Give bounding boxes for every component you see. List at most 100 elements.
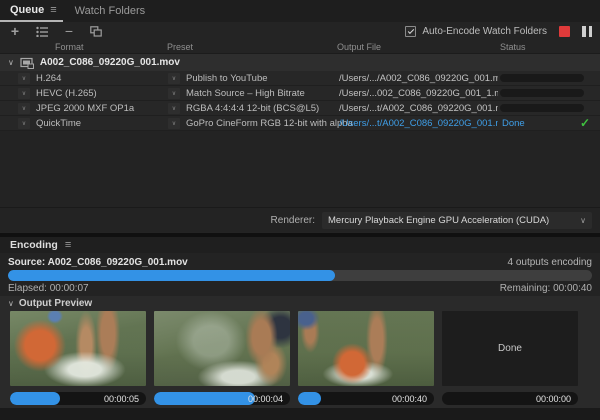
encoding-time-line: Elapsed: 00:00:07 Remaining: 00:00:40: [0, 281, 600, 295]
column-header-preset: Preset: [167, 42, 193, 52]
preview-timecode: 00:00:40: [392, 394, 427, 404]
queue-column-headers: Format Preset Output File Status: [0, 40, 600, 54]
format-cell[interactable]: QuickTime: [30, 118, 168, 129]
preset-cell[interactable]: Match Source – High Bitrate: [180, 88, 337, 99]
queue-tabbar: Queue ≡ Watch Folders: [0, 0, 600, 22]
preset-dropdown-icon[interactable]: ∨: [168, 88, 180, 99]
preview-progress-track: 00:00:00: [442, 392, 578, 405]
status-cell: Done ✓: [498, 116, 600, 130]
source-clip-icon: [20, 57, 34, 69]
outputs-encoding-count: 4 outputs encoding: [507, 257, 592, 268]
preview-progress-track: 00:00:05: [10, 392, 146, 405]
output-file-cell[interactable]: /Users/...002_C086_09220G_001_1.mp4: [337, 88, 498, 99]
media-encoder-window: { "queue": { "tabs": [ { "label": "Queue…: [0, 0, 600, 420]
encoding-tabbar: Encoding ≡: [0, 237, 600, 253]
column-header-format: Format: [55, 42, 84, 52]
preview-progress-fill: [298, 392, 321, 405]
output-row[interactable]: ∨ H.264 ∨ Publish to YouTube /Users/.../…: [0, 71, 600, 86]
auto-encode-checkbox-wrap[interactable]: Auto-Encode Watch Folders: [405, 26, 547, 37]
preview-progress-track: 00:00:40: [298, 392, 434, 405]
encode-progress-track: [500, 104, 584, 112]
output-row[interactable]: ∨ QuickTime ∨ GoPro CineForm RGB 12-bit …: [0, 116, 600, 131]
format-dropdown-icon[interactable]: ∨: [18, 73, 30, 84]
tab-queue-label: Queue: [10, 4, 44, 16]
preset-cell[interactable]: Publish to YouTube: [180, 73, 337, 84]
output-file-cell[interactable]: /Users/...t/A002_C086_09220G_001.mxf: [337, 103, 498, 114]
panel-menu-icon[interactable]: ≡: [50, 4, 56, 16]
preview-timecode: 00:00:04: [248, 394, 283, 404]
output-preview-header[interactable]: ∨ Output Preview: [0, 296, 600, 310]
output-file-cell[interactable]: /Users/.../A002_C086_09220G_001.mp4: [337, 73, 498, 84]
add-source-button[interactable]: +: [8, 24, 22, 38]
status-cell: [498, 104, 600, 112]
tab-watch-folders-label: Watch Folders: [75, 5, 146, 17]
queue-panel: Queue ≡ Watch Folders + − Auto-Encod: [0, 0, 600, 233]
preview-timecode: 00:00:05: [104, 394, 139, 404]
encoding-source-label: Source: A002_C086_09220G_001.mov: [8, 257, 188, 268]
encode-progress-track: [500, 74, 584, 82]
chevron-down-icon: ∨: [580, 216, 586, 225]
output-preview-label: Output Preview: [19, 298, 92, 309]
source-filename: A002_C086_09220G_001.mov: [40, 57, 180, 68]
encoding-source-line: Source: A002_C086_09220G_001.mov 4 outpu…: [0, 253, 600, 268]
auto-encode-label: Auto-Encode Watch Folders: [422, 26, 547, 37]
done-check-icon: ✓: [580, 116, 590, 130]
preset-cell[interactable]: GoPro CineForm RGB 12-bit with alpha: [180, 118, 337, 129]
format-dropdown-icon[interactable]: ∨: [18, 88, 30, 99]
preset-dropdown-icon[interactable]: ∨: [168, 118, 180, 129]
elapsed-time: Elapsed: 00:00:07: [8, 283, 89, 294]
encoding-progress-fill: [8, 270, 335, 281]
preview-progress-track: 00:00:04: [154, 392, 290, 405]
preview-thumbnail-done: Done: [442, 311, 578, 386]
stop-queue-button[interactable]: [559, 26, 570, 37]
queue-list: ∨ A002_C086_09220G_001.mov ∨ H.264 ∨ Pub…: [0, 54, 600, 207]
column-header-output-file: Output File: [337, 42, 381, 52]
pause-queue-button[interactable]: [582, 26, 592, 37]
output-file-link[interactable]: /Users/...t/A002_C086_09220G_001.mov: [337, 118, 498, 129]
status-cell: [498, 74, 600, 82]
preview-progress-fill: [10, 392, 60, 405]
remaining-time: Remaining: 00:00:40: [500, 283, 592, 294]
encoding-progress-wrap: [0, 268, 600, 281]
toolbar-right-cluster: Auto-Encode Watch Folders: [405, 22, 592, 40]
format-cell[interactable]: H.264: [30, 73, 168, 84]
output-row[interactable]: ∨ HEVC (H.265) ∨ Match Source – High Bit…: [0, 86, 600, 101]
panel-menu-icon[interactable]: ≡: [65, 239, 71, 251]
status-cell: [498, 89, 600, 97]
source-row[interactable]: ∨ A002_C086_09220G_001.mov: [0, 54, 600, 71]
tab-watch-folders[interactable]: Watch Folders: [63, 0, 158, 22]
remove-button[interactable]: −: [62, 24, 76, 38]
preview-done-label: Done: [498, 343, 522, 354]
auto-encode-checkbox[interactable]: [405, 26, 416, 37]
output-preview-section: ∨ Output Preview Done 00:00:05 00:00:04 …: [0, 296, 600, 409]
preview-thumbnail: [10, 311, 146, 386]
renderer-value: Mercury Playback Engine GPU Acceleration…: [328, 215, 549, 226]
collapse-chevron-icon[interactable]: ∨: [8, 299, 14, 308]
duplicate-icon[interactable]: [89, 24, 103, 38]
preview-thumbnail: [298, 311, 434, 386]
tab-encoding-label[interactable]: Encoding: [10, 239, 58, 251]
column-header-status: Status: [500, 42, 526, 52]
encoding-panel: Encoding ≡ Source: A002_C086_09220G_001.…: [0, 237, 600, 420]
preview-thumbnails: Done: [0, 310, 600, 386]
checkbox-check-icon: [408, 27, 414, 33]
status-done-label: Done: [502, 118, 525, 129]
format-dropdown-icon[interactable]: ∨: [18, 103, 30, 114]
preset-cell[interactable]: RGBA 4:4:4:4 12-bit (BCS@L5): [180, 103, 337, 114]
queue-toolbar: + − Auto-Encode Watch Folders: [0, 22, 600, 40]
preset-dropdown-icon[interactable]: ∨: [168, 103, 180, 114]
bottom-strip: [0, 408, 600, 420]
tab-queue[interactable]: Queue ≡: [0, 0, 63, 22]
format-cell[interactable]: HEVC (H.265): [30, 88, 168, 99]
format-cell[interactable]: JPEG 2000 MXF OP1a: [30, 103, 168, 114]
preview-progress-bars: 00:00:05 00:00:04 00:00:40 00:00:00: [0, 386, 600, 405]
encode-progress-track: [500, 89, 584, 97]
preset-dropdown-icon[interactable]: ∨: [168, 73, 180, 84]
renderer-row: Renderer: Mercury Playback Engine GPU Ac…: [0, 207, 600, 232]
format-dropdown-icon[interactable]: ∨: [18, 118, 30, 129]
renderer-dropdown[interactable]: Mercury Playback Engine GPU Acceleration…: [322, 212, 592, 229]
preview-timecode: 00:00:00: [536, 394, 571, 404]
collapse-chevron-icon[interactable]: ∨: [8, 58, 14, 67]
add-output-icon[interactable]: [35, 24, 49, 38]
output-row[interactable]: ∨ JPEG 2000 MXF OP1a ∨ RGBA 4:4:4:4 12-b…: [0, 101, 600, 116]
